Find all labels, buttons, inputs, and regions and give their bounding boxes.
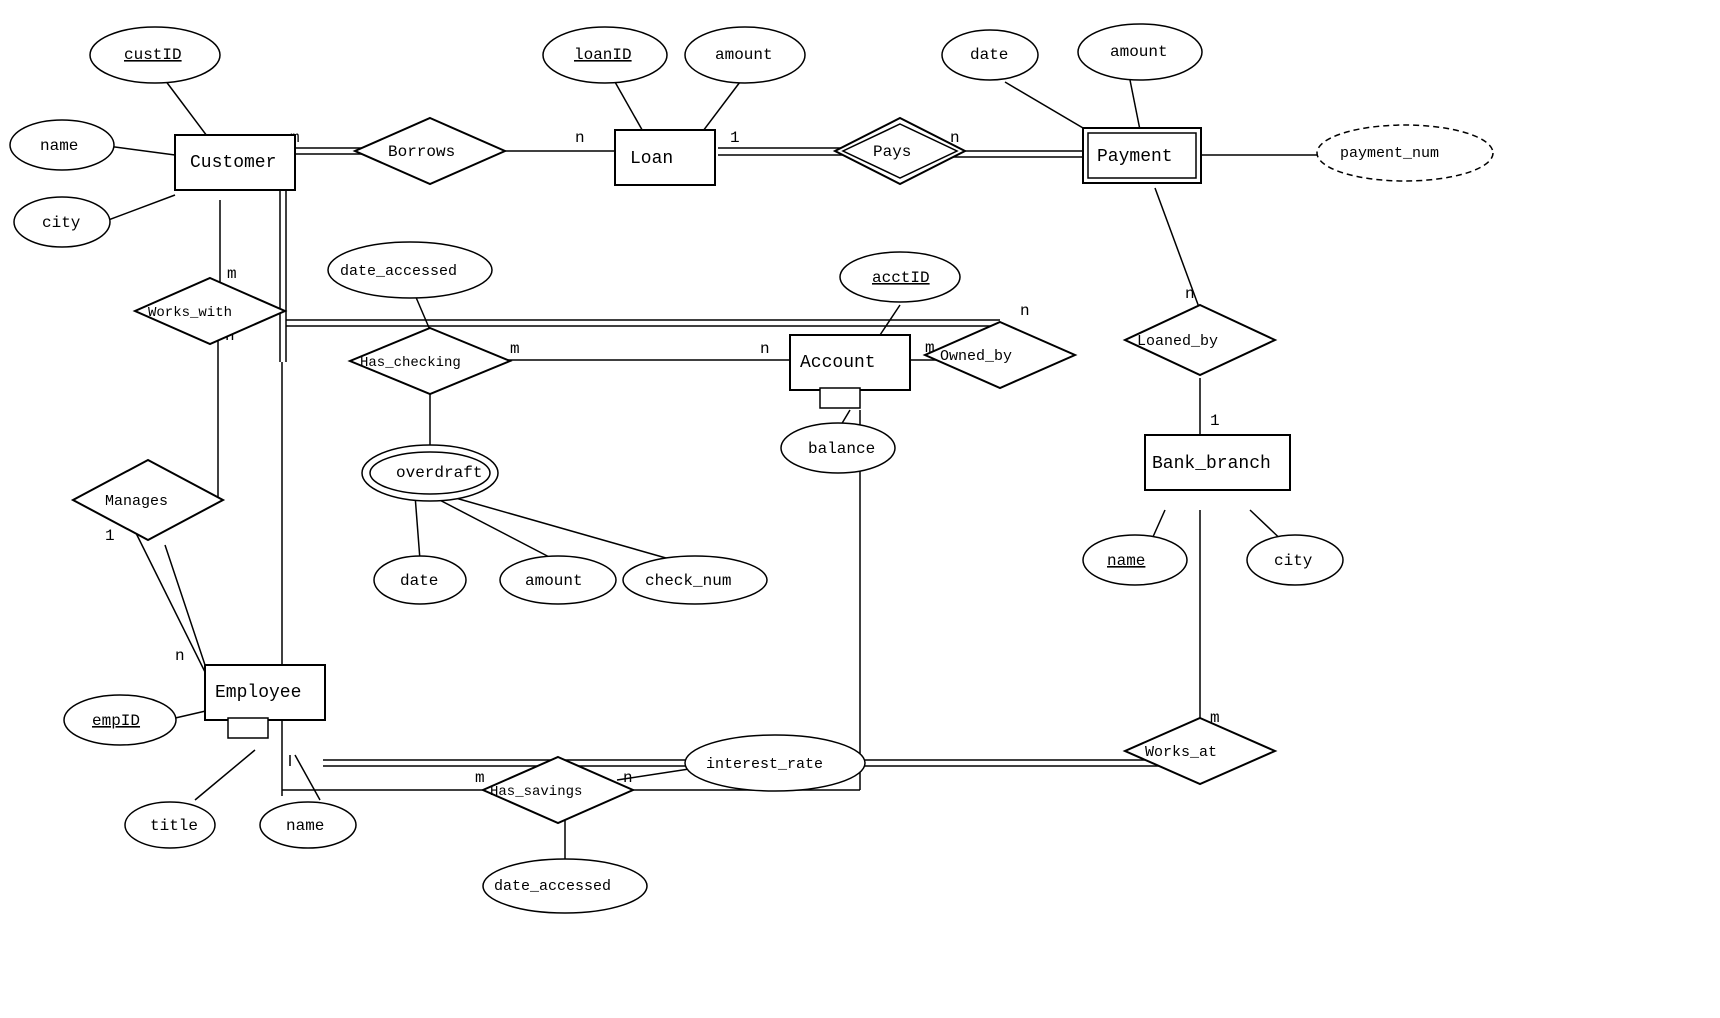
pay-amount-label: amount <box>1110 43 1168 61</box>
empid-label: empID <box>92 712 140 730</box>
check-amount-label: amount <box>525 572 583 590</box>
balance-label: balance <box>808 440 875 458</box>
loan-label: Loan <box>630 149 673 169</box>
payment-label: Payment <box>1097 147 1173 167</box>
payment-num-label: payment_num <box>1340 145 1439 162</box>
account-label: Account <box>800 353 876 373</box>
bb-city-label: city <box>1274 552 1313 570</box>
check-num-label: check_num <box>645 572 731 590</box>
borrows-label: Borrows <box>388 143 455 161</box>
custid-label: custID <box>124 46 182 64</box>
owned-by-label: Owned_by <box>940 348 1012 365</box>
svg-text:1: 1 <box>1210 412 1220 430</box>
cust-city-label: city <box>42 214 81 232</box>
loanid-label: loanID <box>574 46 632 64</box>
check-date-label: date <box>400 572 438 590</box>
svg-text:m: m <box>510 340 520 358</box>
bb-name-label: name <box>1107 552 1145 570</box>
svg-text:n: n <box>1185 285 1195 303</box>
has-checking-label: Has_checking <box>360 355 461 371</box>
pay-date-label: date <box>970 46 1008 64</box>
svg-text:n: n <box>1020 302 1030 320</box>
employee-label: Employee <box>215 683 301 703</box>
svg-text:1: 1 <box>105 527 115 545</box>
cust-name-label: name <box>40 137 78 155</box>
emp-title-label: title <box>150 817 198 835</box>
bank-branch-label: Bank_branch <box>1152 454 1271 474</box>
has-savings-label: Has_savings <box>490 784 582 800</box>
er-svg: m n 1 n m n n <box>0 0 1720 1018</box>
emp-name-label: name <box>286 817 324 835</box>
loaned-by-label: Loaned_by <box>1137 333 1218 350</box>
svg-text:n: n <box>575 129 585 147</box>
manages-label: Manages <box>105 493 168 510</box>
customer-label: Customer <box>190 153 276 173</box>
svg-text:1: 1 <box>730 129 740 147</box>
works-at-label: Works_at <box>1145 744 1217 761</box>
svg-text:m: m <box>475 769 485 787</box>
overdraft-label: overdraft <box>396 464 482 482</box>
interest-rate-label: interest_rate <box>706 756 823 773</box>
loan-amount-label: amount <box>715 46 773 64</box>
date-accessed2-label: date_accessed <box>494 878 611 895</box>
svg-text:n: n <box>175 647 185 665</box>
svg-text:n: n <box>760 340 770 358</box>
acctid-label: acctID <box>872 269 930 287</box>
svg-text:m: m <box>227 265 237 283</box>
er-diagram: m n 1 n m n n <box>0 0 1720 1018</box>
date-accessed1-label: date_accessed <box>340 263 457 280</box>
pays-label: Pays <box>873 143 911 161</box>
works-with-label: Works_with <box>148 305 232 321</box>
